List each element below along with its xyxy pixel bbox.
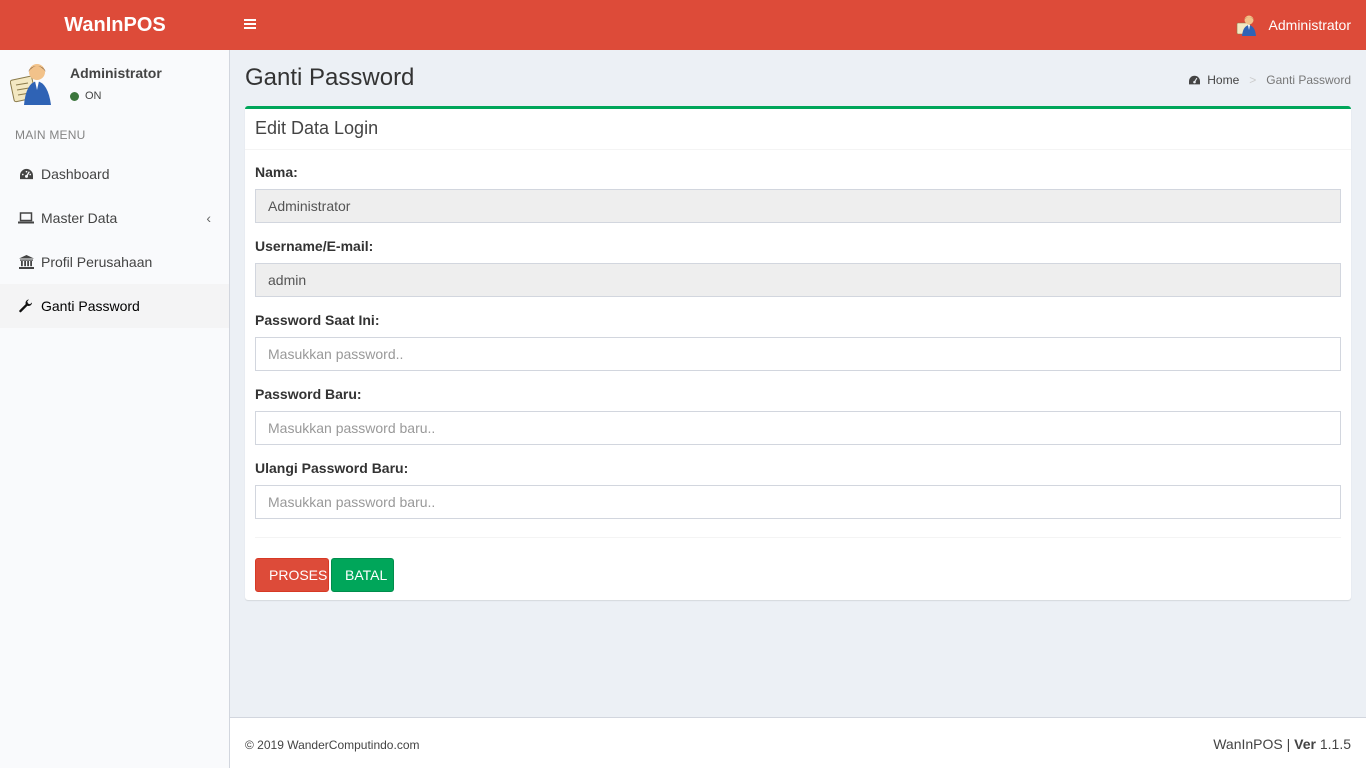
sidebar-item-label: Profil Perusahaan (41, 254, 153, 270)
footer-app-name: WanInPOS | (1213, 736, 1291, 752)
breadcrumb: Home > Ganti Password (1188, 73, 1351, 87)
form-group-nama: Nama: (255, 164, 1341, 223)
sidebar-item-label: Dashboard (41, 166, 110, 182)
repeat-password-field[interactable] (255, 485, 1341, 519)
field-label: Username/E-mail: (255, 238, 374, 254)
dashboard-icon (1189, 75, 1201, 84)
field-label: Nama: (255, 164, 298, 180)
field-label: Password Baru: (255, 386, 362, 402)
wrench-icon (18, 298, 34, 314)
user-avatar-icon (10, 64, 51, 105)
user-avatar-icon (1236, 15, 1256, 36)
sidebar-item-dashboard[interactable]: Dashboard (0, 152, 229, 196)
user-status-label: ON (85, 90, 102, 102)
breadcrumb-current: Ganti Password (1266, 73, 1351, 87)
online-status-dot-icon (70, 91, 79, 101)
user-panel: Administrator ON (10, 60, 220, 110)
form-group-repeat-password: Ulangi Password Baru: (255, 460, 1341, 519)
footer-version-number: 1.1.5 (1319, 736, 1351, 752)
batal-button[interactable]: BATAL (331, 558, 394, 592)
current-password-field[interactable] (255, 337, 1341, 371)
footer-version-label: Ver (1294, 736, 1316, 752)
breadcrumb-separator: > (1249, 73, 1257, 87)
proses-button[interactable]: PROSES (255, 558, 329, 592)
sidebar-menu: Dashboard Master Data ‹ Profil Perusahaa… (0, 152, 229, 328)
form-group-new-password: Password Baru: (255, 386, 1341, 445)
form-divider (255, 537, 1341, 538)
sidebar-item-profil-perusahaan[interactable]: Profil Perusahaan (0, 240, 229, 284)
top-navbar: WanInPOS Administrator (0, 0, 1366, 50)
field-label: Ulangi Password Baru: (255, 460, 409, 476)
laptop-icon (18, 210, 34, 226)
sidebar: Administrator ON MAIN MENU Dashboard Mas… (0, 50, 230, 768)
bank-icon (18, 254, 34, 270)
field-label: Password Saat Ini: (255, 312, 380, 328)
user-menu-name: Administrator (1268, 17, 1351, 33)
sidebar-item-label: Ganti Password (41, 298, 140, 314)
sidebar-item-master-data[interactable]: Master Data ‹ (0, 196, 229, 240)
username-field[interactable] (255, 263, 1341, 297)
breadcrumb-home-link[interactable]: Home (1207, 73, 1239, 87)
dashboard-icon (18, 166, 34, 182)
page-title: Ganti Password (245, 64, 415, 91)
sidebar-toggle-icon[interactable] (244, 17, 258, 33)
footer: © 2019 WanderComputindo.com WanInPOS | V… (230, 717, 1366, 768)
chevron-left-icon: ‹ (206, 210, 211, 226)
sidebar-item-label: Master Data (41, 210, 118, 226)
edit-login-box: Edit Data Login Nama: Username/E-mail: P… (245, 106, 1351, 600)
menu-header: MAIN MENU (15, 128, 86, 142)
form-group-username: Username/E-mail: (255, 238, 1341, 297)
new-password-field[interactable] (255, 411, 1341, 445)
user-menu[interactable]: Administrator (1235, 0, 1351, 50)
form-group-current-password: Password Saat Ini: (255, 312, 1341, 371)
nama-field[interactable] (255, 189, 1341, 223)
sidebar-item-ganti-password[interactable]: Ganti Password (0, 284, 229, 328)
footer-copyright: © 2019 WanderComputindo.com (245, 738, 420, 752)
brand-logo[interactable]: WanInPOS (0, 0, 230, 50)
sidebar-user-name: Administrator (70, 65, 162, 81)
box-title: Edit Data Login (245, 109, 1351, 150)
footer-version: WanInPOS | Ver 1.1.5 (1213, 736, 1351, 752)
user-status: ON (70, 90, 102, 102)
